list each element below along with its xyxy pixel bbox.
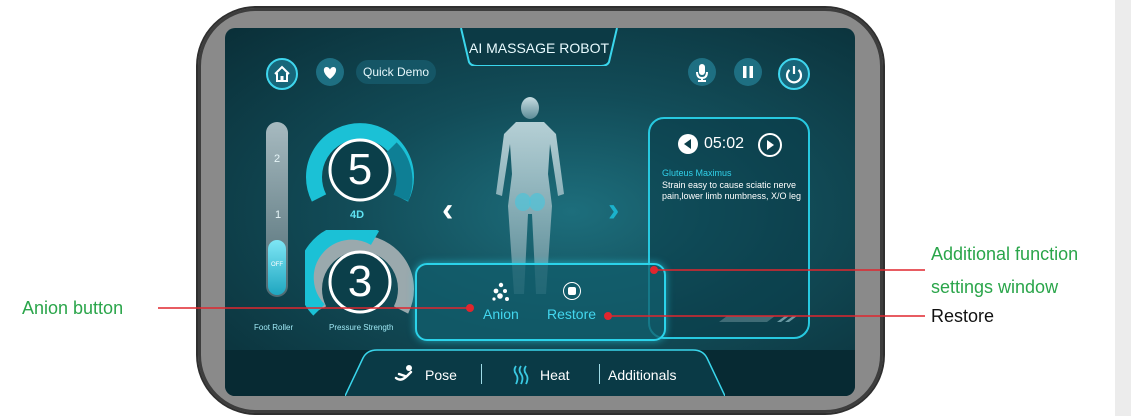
anion-annotation: Anion button [22, 298, 124, 318]
restore-annotation: Restore [931, 306, 995, 326]
function-window-annotation-line1: Additional function [931, 244, 1079, 264]
annotation-lines [158, 266, 925, 320]
function-window-annotation-line2: settings window [931, 277, 1059, 297]
